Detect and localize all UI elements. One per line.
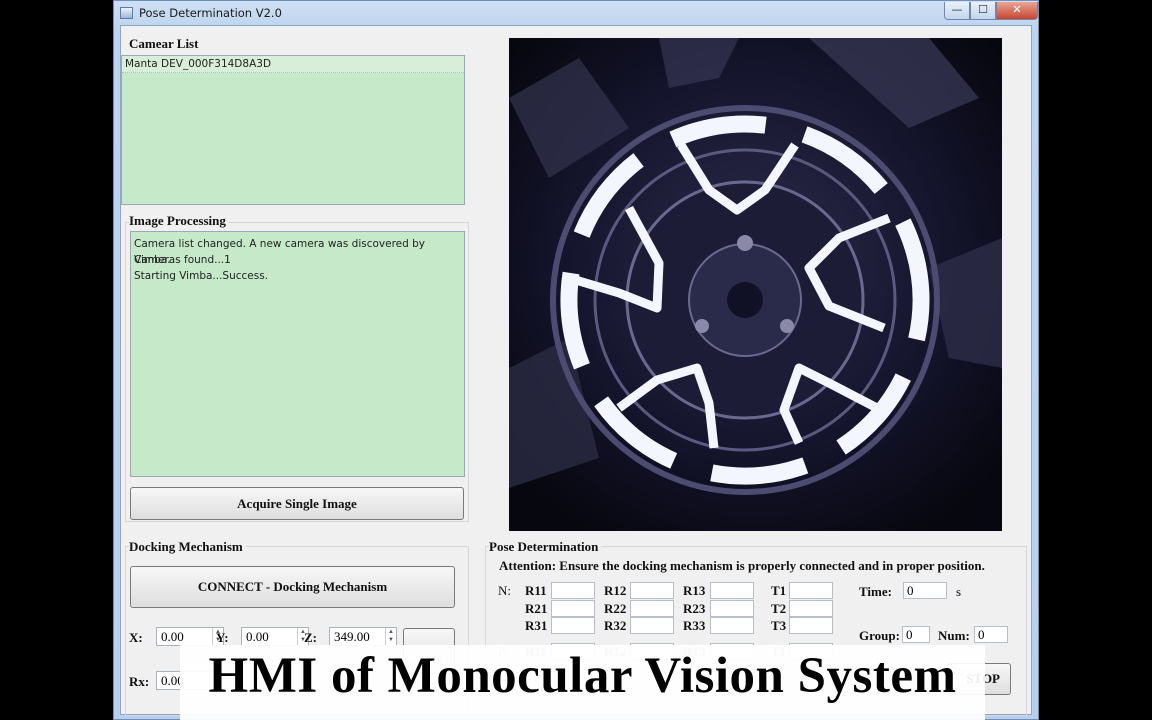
- z-label: Z:: [304, 630, 317, 645]
- group-field[interactable]: 0: [902, 626, 930, 643]
- r11-field[interactable]: [551, 582, 595, 599]
- caption-text: HMI of Monocular Vision System: [208, 648, 957, 704]
- acquire-single-image-button[interactable]: Acquire Single Image: [130, 487, 464, 520]
- n-label: N:: [498, 583, 511, 598]
- y-label: Y:: [216, 630, 229, 645]
- z-value: 349.00: [334, 629, 370, 644]
- spin-arrows-icon[interactable]: ▲ ▼: [385, 628, 396, 645]
- r11-label: R11: [525, 583, 547, 598]
- camera-list-item[interactable]: Manta DEV_000F314D8A3D: [122, 56, 464, 73]
- r33-label: R33: [683, 618, 706, 633]
- r32-field[interactable]: [630, 617, 674, 634]
- rx-label: Rx:: [129, 674, 150, 689]
- time-value: 0: [907, 583, 914, 598]
- group-label: Group:: [859, 628, 900, 643]
- r32-label: R32: [604, 618, 627, 633]
- r12-field[interactable]: [630, 582, 674, 599]
- num-value: 0: [978, 627, 985, 642]
- camera-image: [509, 38, 1002, 531]
- z-spinbox[interactable]: 349.00 ▲ ▼: [329, 627, 397, 646]
- time-label: Time:: [859, 584, 892, 599]
- r13-label: R13: [683, 583, 706, 598]
- y-value: 0.00: [246, 629, 269, 644]
- t1-label: T1: [771, 583, 787, 598]
- r22-label: R22: [604, 601, 627, 616]
- minimize-button[interactable]: —: [944, 2, 970, 20]
- r23-field[interactable]: [710, 600, 754, 617]
- group-value: 0: [906, 627, 913, 642]
- time-field[interactable]: 0: [903, 582, 947, 599]
- r21-field[interactable]: [551, 600, 595, 617]
- connect-docking-button[interactable]: CONNECT - Docking Mechanism: [130, 566, 455, 608]
- x-spinbox[interactable]: 0.00 ▲ ▼: [156, 627, 224, 646]
- client-area: Camear List Manta DEV_000F314D8A3D Image…: [120, 25, 1032, 716]
- attention-text: Attention: Ensure the docking mechanism …: [499, 558, 985, 573]
- r33-field[interactable]: [710, 617, 754, 634]
- maximize-button[interactable]: ☐: [970, 2, 996, 20]
- x-value: 0.00: [161, 629, 184, 644]
- camera-list[interactable]: Manta DEV_000F314D8A3D: [121, 55, 465, 205]
- r13-field[interactable]: [710, 582, 754, 599]
- title-bar[interactable]: Pose Determination V2.0 — ☐ ✕: [114, 1, 1038, 25]
- num-label: Num:: [938, 628, 970, 643]
- image-processing-log[interactable]: Camera list changed. A new camera was di…: [130, 231, 465, 477]
- pose-label: Pose Determination: [489, 539, 602, 555]
- camera-list-label: Camear List: [129, 36, 199, 51]
- x-label: X:: [129, 630, 143, 645]
- window-title: Pose Determination V2.0: [139, 6, 282, 20]
- r21-label: R21: [525, 601, 548, 616]
- image-processing-label: Image Processing: [129, 213, 229, 229]
- t3-field[interactable]: [789, 617, 833, 634]
- t3-label: T3: [771, 618, 787, 633]
- close-button[interactable]: ✕: [996, 2, 1038, 20]
- docking-ring-image: [509, 38, 1002, 531]
- r31-label: R31: [525, 618, 548, 633]
- log-line: Starting Vimba...Success.: [134, 270, 269, 282]
- log-line: Camera list changed. A new camera was di…: [134, 238, 426, 266]
- r31-field[interactable]: [551, 617, 595, 634]
- app-icon: [120, 7, 133, 19]
- t2-field[interactable]: [789, 600, 833, 617]
- r12-label: R12: [604, 583, 627, 598]
- y-spinbox[interactable]: 0.00 ▲ ▼: [241, 627, 309, 646]
- log-line: Cameras found...1: [134, 254, 231, 266]
- docking-label: Docking Mechanism: [129, 539, 246, 555]
- caption-banner: HMI of Monocular Vision System: [180, 645, 985, 720]
- app-window: Pose Determination V2.0 — ☐ ✕ Camear Lis…: [113, 0, 1039, 720]
- time-unit: s: [956, 584, 962, 599]
- r22-field[interactable]: [630, 600, 674, 617]
- t2-label: T2: [771, 601, 787, 616]
- t1-field[interactable]: [789, 582, 833, 599]
- num-field[interactable]: 0: [974, 626, 1008, 643]
- r23-label: R23: [683, 601, 706, 616]
